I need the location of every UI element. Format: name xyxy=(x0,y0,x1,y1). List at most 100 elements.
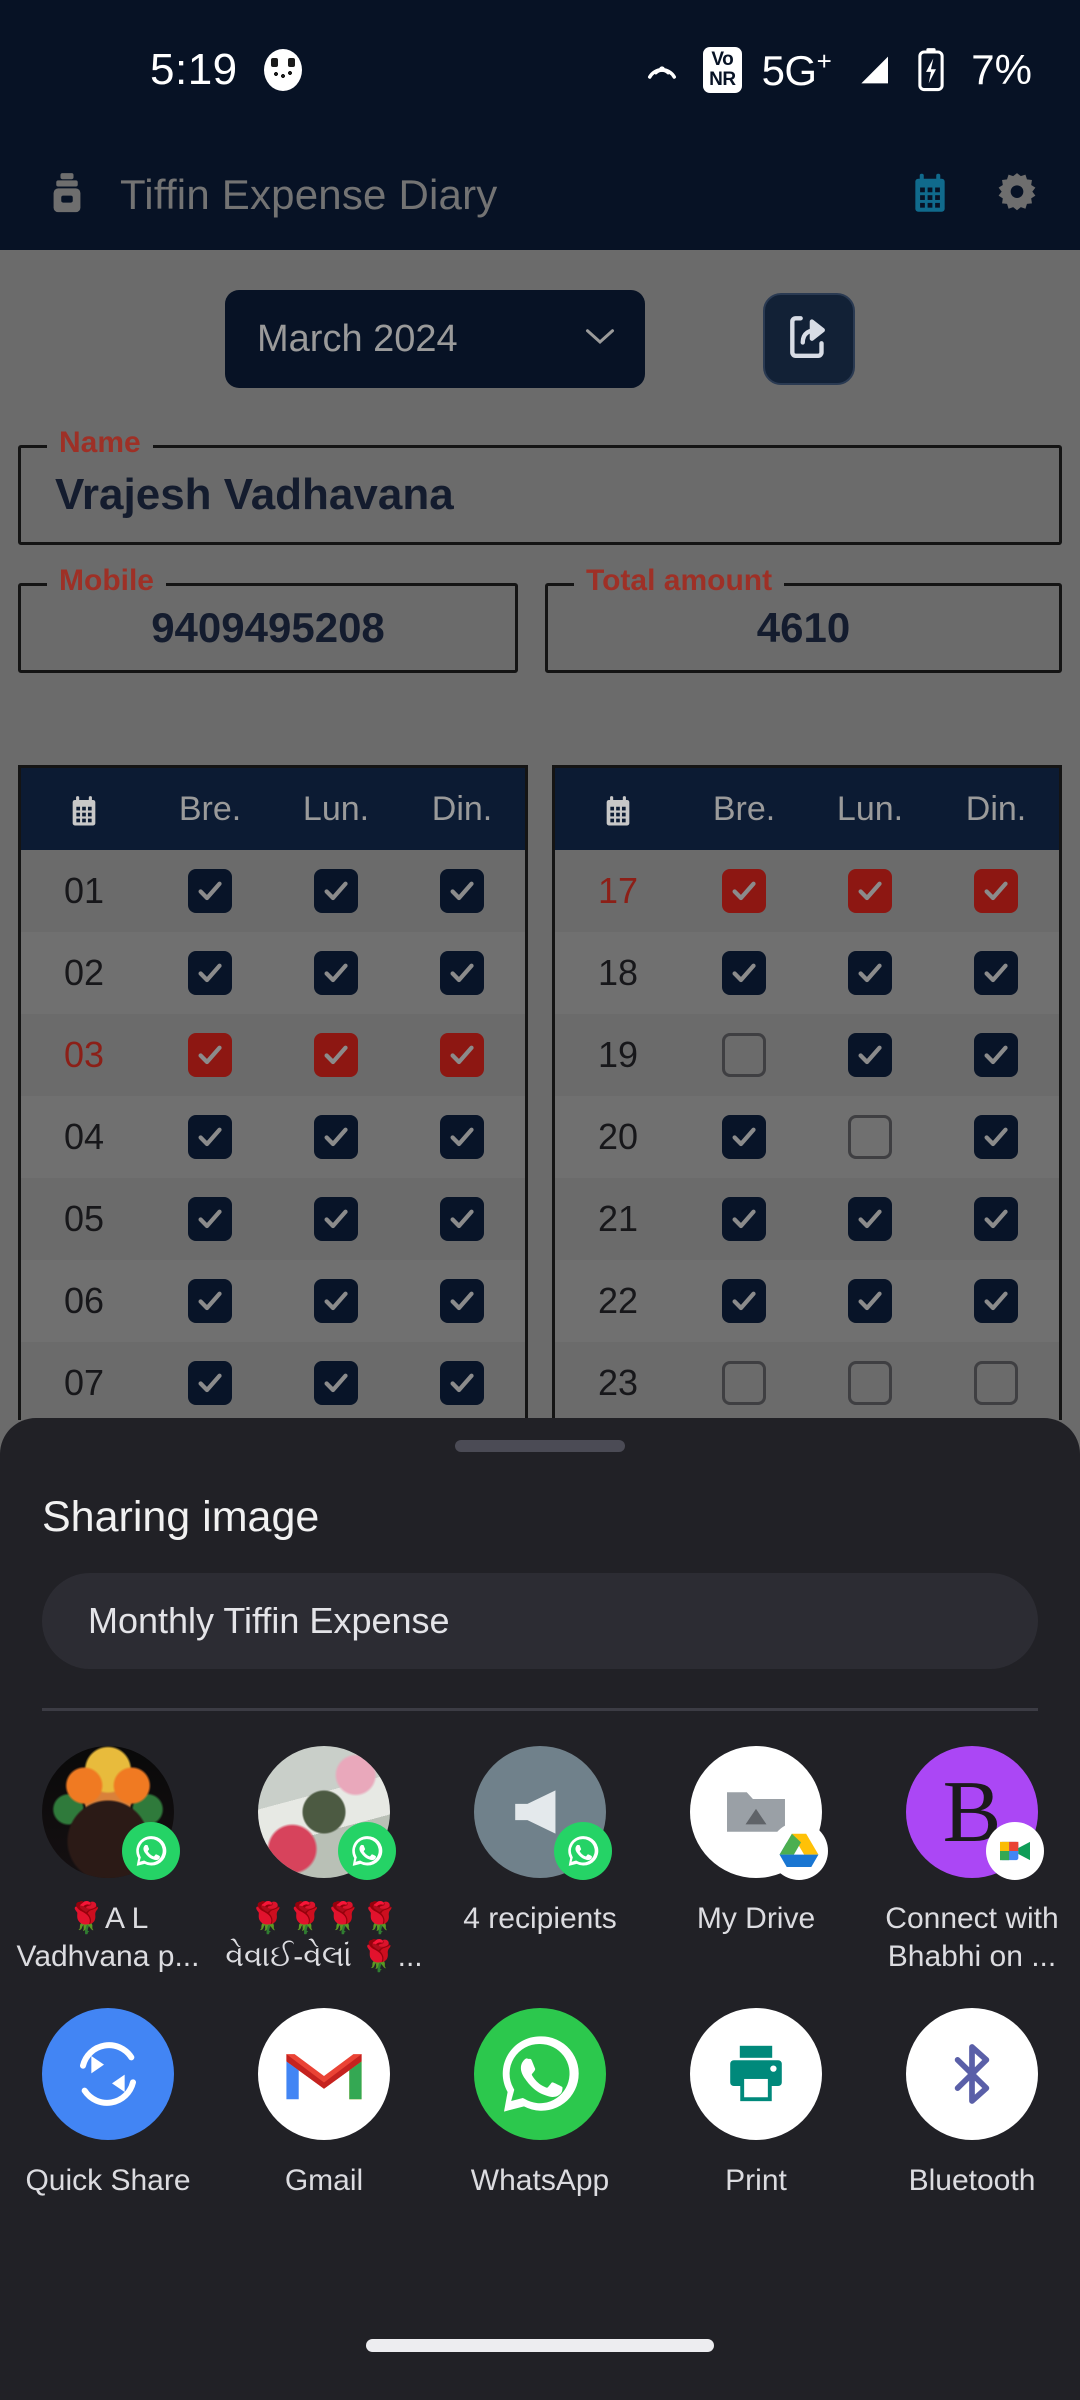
day-number: 19 xyxy=(597,1034,639,1075)
day-number: 03 xyxy=(63,1034,105,1075)
share-target[interactable]: 4 recipients xyxy=(432,1746,648,1976)
name-field[interactable]: Name Vrajesh Vadhavana xyxy=(18,426,1062,545)
table-body-right: 17 18 19 20 21 22 23 xyxy=(555,850,1059,1420)
checkbox-dinner[interactable] xyxy=(399,1361,525,1405)
share-target-label: WhatsApp xyxy=(470,2164,610,2197)
table-row[interactable]: 21 xyxy=(555,1178,1059,1260)
checkbox-breakfast[interactable] xyxy=(147,869,273,913)
share-target[interactable]: Quick Share xyxy=(0,2008,216,2200)
checkbox-lunch[interactable] xyxy=(273,869,399,913)
checkbox-breakfast[interactable] xyxy=(147,1279,273,1323)
table-row[interactable]: 22 xyxy=(555,1260,1059,1342)
calendar-table-right: Bre. Lun. Din. 17 18 19 20 21 22 23 xyxy=(552,765,1062,1420)
checkbox-breakfast[interactable] xyxy=(147,1115,273,1159)
status-bar-left: 5:19 xyxy=(0,45,302,95)
battery-percent: 7% xyxy=(971,46,1032,93)
drag-handle[interactable] xyxy=(455,1440,625,1452)
calendar-icon xyxy=(555,790,681,829)
checkbox-lunch[interactable] xyxy=(273,1279,399,1323)
table-row[interactable]: 02 xyxy=(21,932,525,1014)
checkbox-lunch[interactable] xyxy=(273,1197,399,1241)
avatar: B xyxy=(906,1746,1044,1880)
name-field-label: Name xyxy=(47,426,153,460)
table-row[interactable]: 04 xyxy=(21,1096,525,1178)
checkbox-dinner[interactable] xyxy=(933,1115,1059,1159)
checkbox-lunch[interactable] xyxy=(807,1115,933,1159)
checkbox-lunch[interactable] xyxy=(807,869,933,913)
share-target[interactable]: Print xyxy=(648,2008,864,2200)
checkbox-dinner[interactable] xyxy=(399,1279,525,1323)
checkbox-dinner[interactable] xyxy=(933,1361,1059,1405)
checkbox-breakfast[interactable] xyxy=(147,1197,273,1241)
table-row[interactable]: 20 xyxy=(555,1096,1059,1178)
checkbox-breakfast[interactable] xyxy=(681,1279,807,1323)
vonr-line-1: Vo xyxy=(711,49,734,70)
share-target[interactable]: My Drive xyxy=(648,1746,864,1976)
month-select[interactable]: March 2024 xyxy=(225,290,645,388)
app-bar-actions xyxy=(908,170,1040,221)
checkbox-dinner[interactable] xyxy=(933,951,1059,995)
checkbox-breakfast[interactable] xyxy=(147,1033,273,1077)
checkbox-dinner[interactable] xyxy=(399,951,525,995)
calendar-icon[interactable] xyxy=(908,170,952,221)
checkbox-breakfast[interactable] xyxy=(147,951,273,995)
share-target[interactable]: 🌹🌹🌹🌹 વેવાઈ-વેલાં 🌹... xyxy=(216,1746,432,1976)
total-amount-label: Total amount xyxy=(574,564,785,598)
checkbox-breakfast[interactable] xyxy=(681,951,807,995)
share-target-label: Bluetooth xyxy=(908,2164,1036,2197)
checkbox-lunch[interactable] xyxy=(807,1279,933,1323)
checkbox-dinner[interactable] xyxy=(399,869,525,913)
table-row[interactable]: 23 xyxy=(555,1342,1059,1420)
gear-icon[interactable] xyxy=(994,170,1040,221)
share-target[interactable]: Bluetooth xyxy=(864,2008,1080,2200)
checkbox-dinner[interactable] xyxy=(933,1279,1059,1323)
checkbox-lunch[interactable] xyxy=(273,1361,399,1405)
name-field-value: Vrajesh Vadhavana xyxy=(55,470,454,519)
checkbox-lunch[interactable] xyxy=(807,1197,933,1241)
checkbox-dinner[interactable] xyxy=(933,869,1059,913)
share-target[interactable]: Gmail xyxy=(216,2008,432,2200)
checkbox-breakfast[interactable] xyxy=(681,1033,807,1077)
checkbox-dinner[interactable] xyxy=(399,1115,525,1159)
home-gesture-pill[interactable] xyxy=(366,2338,714,2352)
checkbox-breakfast[interactable] xyxy=(681,1197,807,1241)
google-meet-icon xyxy=(986,1822,1044,1880)
share-target[interactable]: B Connect with Bhabhi on ... xyxy=(864,1746,1080,1976)
table-row[interactable]: 03 xyxy=(21,1014,525,1096)
checkbox-dinner[interactable] xyxy=(399,1197,525,1241)
app-notification-icon xyxy=(263,49,302,91)
checkbox-dinner[interactable] xyxy=(399,1033,525,1077)
mobile-field[interactable]: Mobile 9409495208 xyxy=(18,564,518,673)
share-subject-field[interactable]: Monthly Tiffin Expense xyxy=(42,1573,1038,1669)
checkbox-breakfast[interactable] xyxy=(147,1361,273,1405)
table-row[interactable]: 17 xyxy=(555,850,1059,932)
share-target[interactable]: WhatsApp xyxy=(432,2008,648,2200)
table-row[interactable]: 06 xyxy=(21,1260,525,1342)
checkbox-dinner[interactable] xyxy=(933,1197,1059,1241)
checkbox-lunch[interactable] xyxy=(807,951,933,995)
checkbox-breakfast[interactable] xyxy=(681,869,807,913)
checkbox-lunch[interactable] xyxy=(273,951,399,995)
day-number: 02 xyxy=(63,952,105,993)
page-title: Tiffin Expense Diary xyxy=(120,171,498,218)
table-row[interactable]: 01 xyxy=(21,850,525,932)
table-row[interactable]: 07 xyxy=(21,1342,525,1420)
table-row[interactable]: 19 xyxy=(555,1014,1059,1096)
day-number: 18 xyxy=(597,952,639,993)
printer-icon xyxy=(690,2008,822,2140)
share-export-button[interactable] xyxy=(763,293,855,385)
share-target[interactable]: 🌹A L Vadhvana p... xyxy=(0,1746,216,1976)
checkbox-breakfast[interactable] xyxy=(681,1115,807,1159)
checkbox-lunch[interactable] xyxy=(273,1115,399,1159)
col-breakfast: Bre. xyxy=(178,789,242,828)
table-row[interactable]: 05 xyxy=(21,1178,525,1260)
table-row[interactable]: 18 xyxy=(555,932,1059,1014)
checkbox-lunch[interactable] xyxy=(807,1033,933,1077)
checkbox-lunch[interactable] xyxy=(273,1033,399,1077)
chevron-down-icon xyxy=(585,327,615,352)
quick-share-icon xyxy=(42,2008,174,2140)
checkbox-lunch[interactable] xyxy=(807,1361,933,1405)
whatsapp-icon xyxy=(554,1822,612,1880)
checkbox-breakfast[interactable] xyxy=(681,1361,807,1405)
checkbox-dinner[interactable] xyxy=(933,1033,1059,1077)
